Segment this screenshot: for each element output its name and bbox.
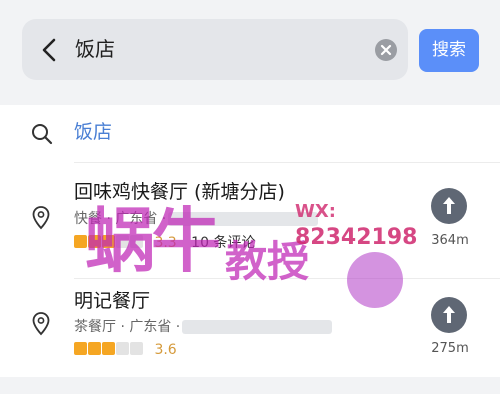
search-input[interactable]: 饭店 xyxy=(75,33,115,65)
clear-icon[interactable] xyxy=(374,38,398,62)
redacted-address xyxy=(182,320,333,334)
suggestion-row[interactable]: 饭店 xyxy=(0,105,500,162)
star-icon xyxy=(102,235,115,248)
search-box[interactable]: 饭店 xyxy=(22,19,408,80)
back-icon[interactable] xyxy=(38,37,62,63)
navigate-button[interactable] xyxy=(431,297,467,333)
result-rating: 3.6 xyxy=(74,340,177,360)
result-distance: 275m xyxy=(431,341,469,356)
top-bar: 饭店 搜索 xyxy=(0,0,500,96)
navigate-icon xyxy=(443,306,455,323)
star-icon xyxy=(130,235,143,248)
rating-score: 3.3 xyxy=(154,235,177,251)
location-pin-icon xyxy=(32,206,50,230)
star-icon xyxy=(116,342,129,355)
suggestion-text: 饭店 xyxy=(74,121,113,143)
result-title: 回味鸡快餐厅 (新塘分店) xyxy=(74,181,285,203)
star-icon xyxy=(88,342,101,355)
results-panel: 饭店 回味鸡快餐厅 (新塘分店) 快餐 · 广东省 · 3.3 10 条评论 3… xyxy=(0,105,500,377)
result-distance: 364m xyxy=(431,233,469,248)
redacted-address xyxy=(168,212,319,226)
search-button[interactable]: 搜索 xyxy=(419,29,479,72)
result-title: 明记餐厅 xyxy=(74,290,151,312)
star-icon xyxy=(130,342,143,355)
star-icon xyxy=(88,235,101,248)
search-icon xyxy=(30,122,54,146)
result-subtitle: 茶餐厅 · 广东省 · xyxy=(74,317,333,337)
star-icon xyxy=(116,235,129,248)
star-icon xyxy=(74,342,87,355)
star-icon xyxy=(102,342,115,355)
result-rating: 3.3 10 条评论 xyxy=(74,233,255,253)
review-count: 10 条评论 xyxy=(191,235,256,251)
result-subtitle: 快餐 · 广东省 · xyxy=(74,209,319,229)
rating-score: 3.6 xyxy=(154,342,177,358)
star-icon xyxy=(74,235,87,248)
navigate-icon xyxy=(443,197,455,214)
location-pin-icon xyxy=(32,312,50,336)
navigate-button[interactable] xyxy=(431,188,467,224)
result-item[interactable]: 回味鸡快餐厅 (新塘分店) 快餐 · 广东省 · 3.3 10 条评论 364m xyxy=(0,163,500,278)
